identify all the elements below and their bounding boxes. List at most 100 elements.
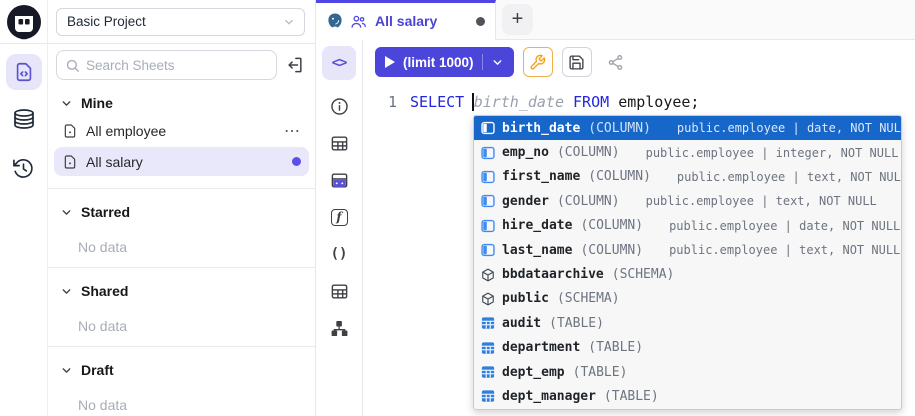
sheets-panel: Mine All employee ⋯ xyxy=(48,44,315,416)
new-tab-button[interactable]: + xyxy=(502,4,533,35)
sheet-row[interactable]: All salary ⋯ xyxy=(54,147,309,176)
table-grid-icon xyxy=(480,340,495,355)
sheet-icon xyxy=(62,123,78,139)
shared-users-icon xyxy=(350,13,367,30)
autocomplete-item[interactable]: public (SCHEMA) xyxy=(474,287,901,311)
tab-all-salary[interactable]: All salary xyxy=(316,0,496,40)
code-icon: <> xyxy=(332,55,347,71)
chevron-down-icon[interactable] xyxy=(491,56,504,69)
table-view-button[interactable] xyxy=(328,132,350,154)
sidebar-section: Shared No data xyxy=(48,280,315,347)
ghost-suggestion: birth_date xyxy=(474,93,564,111)
section-label: Shared xyxy=(81,283,128,299)
suggestion-name: first_name xyxy=(502,169,580,184)
query-settings-button[interactable] xyxy=(523,47,553,77)
project-select-value: Basic Project xyxy=(67,14,282,29)
suggestion-kind: (TABLE) xyxy=(573,365,628,380)
sidebar-section: Draft No data xyxy=(48,359,315,416)
table-icon xyxy=(330,134,349,153)
section-mine-header[interactable]: Mine xyxy=(48,92,315,114)
collapse-panel-icon xyxy=(285,55,305,75)
column-icon xyxy=(480,218,495,233)
suggestion-name: birth_date xyxy=(502,121,580,136)
autocomplete-item[interactable]: bbdataarchive (SCHEMA) xyxy=(474,262,901,286)
app-logo[interactable] xyxy=(0,0,48,44)
history-icon xyxy=(12,157,35,180)
column-icon xyxy=(480,121,495,136)
chevron-down-icon xyxy=(282,15,296,29)
tab-title: All salary xyxy=(375,13,437,29)
table-grid-icon xyxy=(480,316,495,331)
schema-cube-icon xyxy=(480,267,495,282)
autocomplete-item[interactable]: hire_date (COLUMN) public.employee | dat… xyxy=(474,214,901,238)
column-icon xyxy=(480,243,495,258)
autocomplete-item[interactable]: last_name (COLUMN) public.employee | tex… xyxy=(474,238,901,262)
project-select[interactable]: Basic Project xyxy=(56,8,305,36)
section-header[interactable]: Starred xyxy=(48,201,315,223)
section-divider xyxy=(48,188,315,189)
info-button[interactable] xyxy=(328,95,350,117)
suggestion-kind: (SCHEMA) xyxy=(557,291,620,306)
variables-button[interactable]: () xyxy=(328,243,350,265)
suggestion-kind: (COLUMN) xyxy=(557,145,620,160)
schema-cube-icon xyxy=(480,291,495,306)
sheet-row[interactable]: All employee ⋯ xyxy=(54,116,309,145)
nav-database-button[interactable] xyxy=(6,102,42,138)
section-mine-label: Mine xyxy=(81,95,113,111)
suggestion-detail: public.employee | integer, NOT NULL xyxy=(646,146,899,160)
collapse-panel-button[interactable] xyxy=(285,55,305,75)
autocomplete-item[interactable]: gender (COLUMN) public.employee | text, … xyxy=(474,189,901,213)
sheet-label: All salary xyxy=(86,154,143,170)
schema-diagram-button[interactable] xyxy=(328,317,350,339)
sample-data-button[interactable] xyxy=(328,169,350,191)
chevron-down-icon xyxy=(60,285,73,298)
suggestion-kind: (COLUMN) xyxy=(580,218,643,233)
sql-editor[interactable]: 1 SELECT birth_date FROM employee; xyxy=(363,84,915,416)
share-icon xyxy=(607,54,624,71)
run-limit-label: (limit 1000) xyxy=(403,55,474,70)
autocomplete-item[interactable]: emp_no (COLUMN) public.employee | intege… xyxy=(474,140,901,164)
section-header[interactable]: Draft xyxy=(48,359,315,381)
more-icon[interactable]: ⋯ xyxy=(284,121,301,141)
plus-icon: + xyxy=(512,8,524,31)
parentheses-icon: () xyxy=(331,246,348,262)
editor-tool-rail: <> xyxy=(316,40,363,416)
autocomplete-item[interactable]: first_name (COLUMN) public.employee | te… xyxy=(474,165,901,189)
search-sheets-input[interactable] xyxy=(86,58,268,73)
view-code-button[interactable]: <> xyxy=(322,46,356,80)
column-icon xyxy=(480,169,495,184)
space xyxy=(609,93,618,111)
autocomplete-item[interactable]: audit (TABLE) xyxy=(474,311,901,335)
autocomplete-panel: birth_date (COLUMN) public.employee | da… xyxy=(473,115,902,410)
functions-button[interactable]: f xyxy=(328,206,350,228)
autocomplete-item[interactable]: dept_manager (TABLE) xyxy=(474,384,901,408)
suggestion-name: gender xyxy=(502,194,549,209)
button-divider xyxy=(482,54,483,70)
section-divider xyxy=(48,267,315,268)
function-icon: f xyxy=(331,209,348,226)
suggestion-name: hire_date xyxy=(502,218,572,233)
nav-sheets-button[interactable] xyxy=(6,54,42,90)
share-button[interactable] xyxy=(601,47,631,77)
database-icon xyxy=(12,108,36,132)
tables-button[interactable] xyxy=(328,280,350,302)
nav-history-button[interactable] xyxy=(6,150,42,186)
app-logo-icon xyxy=(5,3,43,41)
column-icon xyxy=(480,194,495,209)
run-query-button[interactable]: (limit 1000) xyxy=(375,47,514,77)
save-button[interactable] xyxy=(562,47,592,77)
section-header[interactable]: Shared xyxy=(48,280,315,302)
suggestion-kind: (TABLE) xyxy=(549,316,604,331)
wrench-icon xyxy=(529,54,546,71)
autocomplete-item[interactable]: department (TABLE) xyxy=(474,336,901,360)
left-header: Basic Project xyxy=(0,0,315,44)
left-column: Basic Project xyxy=(0,0,316,416)
editor-column: (limit 1000) xyxy=(363,40,915,416)
search-sheets-box[interactable] xyxy=(56,50,277,80)
autocomplete-item[interactable]: dept_emp (TABLE) xyxy=(474,360,901,384)
suggestion-name: department xyxy=(502,340,580,355)
section-empty-text: No data xyxy=(48,239,315,255)
autocomplete-item[interactable]: birth_date (COLUMN) public.employee | da… xyxy=(474,116,901,140)
table-grid-icon xyxy=(480,389,495,404)
right-column: All salary + <> xyxy=(316,0,915,416)
